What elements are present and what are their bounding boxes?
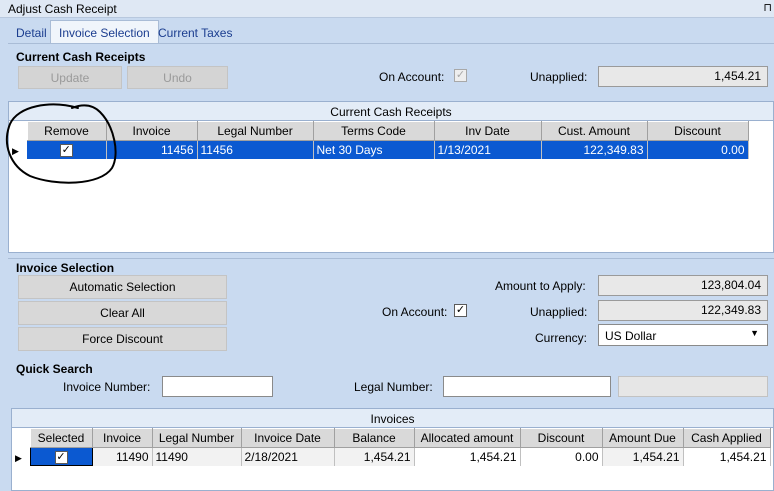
clear-all-button[interactable]: Clear All <box>18 301 227 325</box>
section-title-invoice-selection: Invoice Selection <box>16 261 115 275</box>
undo-button[interactable]: Undo <box>127 66 228 89</box>
amount-to-apply-label: Amount to Apply: <box>495 279 586 293</box>
invoice-number-label: Invoice Number: <box>63 380 151 394</box>
tab-invoice-selection[interactable]: Invoice Selection <box>50 20 159 44</box>
column-header-cash-applied[interactable]: Cash Applied <box>682 428 771 448</box>
unapplied-label: Unapplied: <box>530 70 588 84</box>
unapplied-label: Unapplied: <box>530 305 588 319</box>
update-button[interactable]: Update <box>18 66 122 89</box>
column-header-invoice[interactable]: Invoice <box>91 428 153 448</box>
pin-icon[interactable]: ⊓ <box>763 1 772 14</box>
column-header-discount[interactable]: Discount <box>646 121 749 141</box>
currency-value: US Dollar <box>605 329 657 343</box>
on-account-checkbox[interactable]: ✓ <box>454 69 467 82</box>
window-title: Adjust Cash Receipt <box>8 2 117 16</box>
selected-checkbox[interactable]: ✓ <box>54 451 68 464</box>
annotation-circle <box>5 103 117 184</box>
legal-number-cell[interactable]: 11456 <box>197 140 314 159</box>
force-discount-button[interactable]: Force Discount <box>18 327 227 351</box>
search-placeholder-box <box>618 376 768 397</box>
tab-label: Invoice Selection <box>59 26 150 40</box>
legal-number-label: Legal Number: <box>354 380 433 394</box>
grid-caption: Invoices <box>12 409 773 428</box>
section-title-quick-search: Quick Search <box>16 362 93 376</box>
column-header-legal-number[interactable]: Legal Number <box>151 428 242 448</box>
inv-date-cell[interactable]: 1/13/2021 <box>434 140 542 159</box>
tab-current-taxes[interactable]: Current Taxes <box>150 21 240 44</box>
selected-cell[interactable]: ✓ <box>29 447 93 466</box>
window-titlebar: Adjust Cash Receipt ⊓ <box>0 0 774 18</box>
column-header-invoice-date[interactable]: Invoice Date <box>240 428 335 448</box>
automatic-selection-button[interactable]: Automatic Selection <box>18 275 227 299</box>
column-header-cust-amount[interactable]: Cust. Amount <box>540 121 648 141</box>
column-header-allocated-amount[interactable]: Allocated amount <box>413 428 521 448</box>
cash-applied-cell[interactable]: 1,454.21 <box>683 447 771 466</box>
terms-code-cell[interactable]: Net 30 Days <box>313 140 435 159</box>
invoice-number-input[interactable] <box>162 376 273 397</box>
column-header-amount-due[interactable]: Amount Due <box>601 428 684 448</box>
currency-label: Currency: <box>535 331 588 345</box>
column-header-balance[interactable]: Balance <box>333 428 415 448</box>
on-account-label: On Account: <box>379 70 445 84</box>
divider <box>8 258 774 259</box>
invoice-date-cell[interactable]: 2/18/2021 <box>241 447 335 466</box>
discount-cell[interactable]: 0.00 <box>520 447 603 466</box>
dropdown-arrow-icon[interactable]: ▼ <box>750 328 759 338</box>
on-account-checkbox[interactable]: ✓ <box>454 304 467 317</box>
legal-number-cell[interactable]: 11490 <box>152 447 242 466</box>
balance-cell[interactable]: 1,454.21 <box>334 447 415 466</box>
allocated-amount-cell[interactable]: 1,454.21 <box>414 447 521 466</box>
invoices-table: Selected Invoice Legal Number Invoice Da… <box>12 428 771 466</box>
table-row[interactable]: ▶ ✓ 11490 11490 2/18/2021 1,454.21 1,454… <box>12 447 771 466</box>
row-indicator-icon: ▶ <box>15 452 22 463</box>
on-account-label: On Account: <box>382 305 448 319</box>
amount-due-cell[interactable]: 1,454.21 <box>602 447 684 466</box>
column-header-terms-code[interactable]: Terms Code <box>312 121 435 141</box>
currency-select[interactable]: US Dollar ▼ <box>598 324 768 346</box>
unapplied-field: 122,349.83 <box>598 300 768 321</box>
invoice-cell[interactable]: 11490 <box>92 447 153 466</box>
column-header-selected[interactable]: Selected <box>29 428 93 448</box>
discount-cell[interactable]: 0.00 <box>647 140 749 159</box>
tab-label: Detail <box>16 26 47 40</box>
tab-detail[interactable]: Detail <box>8 21 55 44</box>
legal-number-input[interactable] <box>443 376 611 397</box>
section-title-current-cash-receipts: Current Cash Receipts <box>16 50 146 64</box>
tab-divider <box>8 43 774 44</box>
amount-to-apply-field: 123,804.04 <box>598 275 768 296</box>
unapplied-field: 1,454.21 <box>598 66 768 87</box>
cust-amount-cell[interactable]: 122,349.83 <box>541 140 648 159</box>
row-header <box>12 428 30 448</box>
tab-label: Current Taxes <box>158 26 233 40</box>
column-header-discount[interactable]: Discount <box>519 428 603 448</box>
column-header-inv-date[interactable]: Inv Date <box>433 121 542 141</box>
column-header-legal-number[interactable]: Legal Number <box>196 121 314 141</box>
